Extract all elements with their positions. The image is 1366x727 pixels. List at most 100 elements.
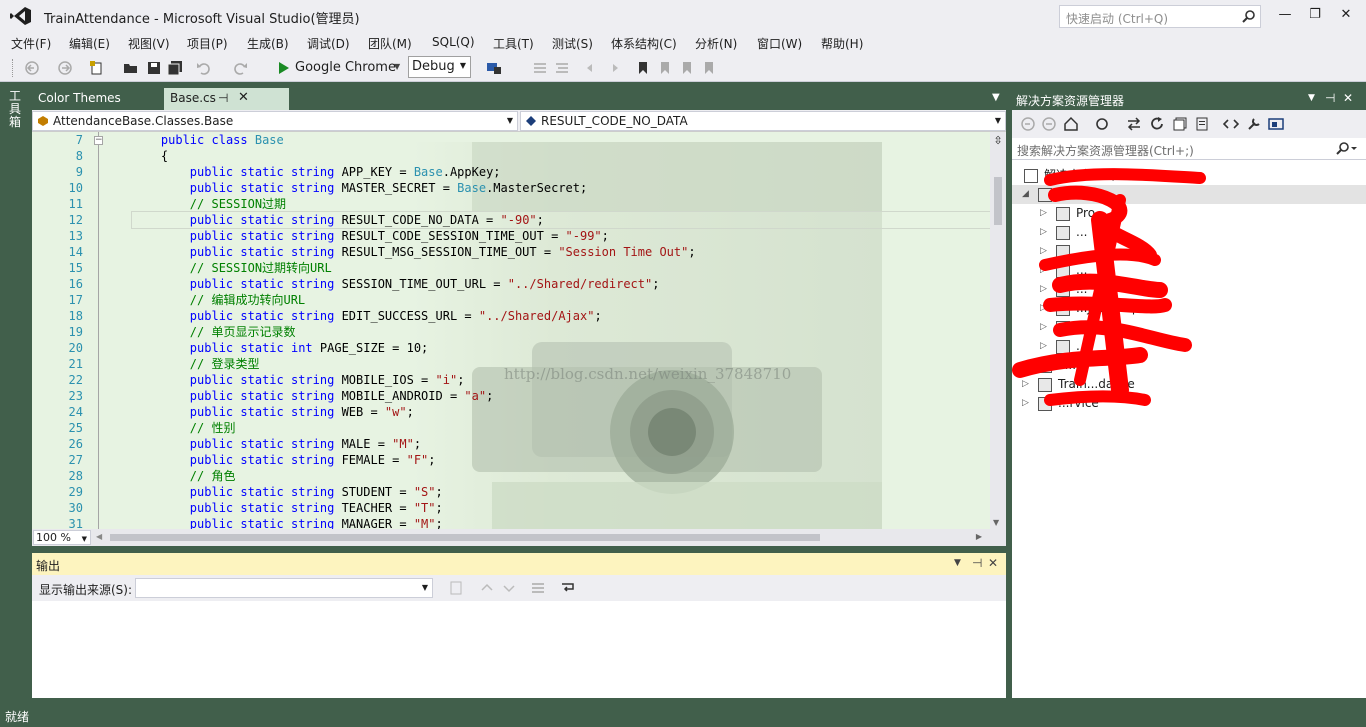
outdent-icon[interactable] xyxy=(584,60,600,76)
refresh-icon[interactable] xyxy=(1149,116,1165,132)
collapse-all-icon[interactable] xyxy=(1172,116,1188,132)
code-text-area[interactable]: public class Base { public static string… xyxy=(131,132,990,529)
solution-explorer-search[interactable]: 搜索解决方案资源管理器(Ctrl+;) xyxy=(1012,138,1366,160)
chevron-down-icon[interactable]: ▼ xyxy=(954,558,961,568)
class-selector[interactable]: AttendanceBase.Classes.Base ▼ xyxy=(32,111,518,131)
previous-bookmark-icon[interactable] xyxy=(657,60,673,76)
collapse-icon[interactable]: − xyxy=(94,136,103,145)
word-wrap-icon[interactable] xyxy=(560,580,576,596)
undo-icon[interactable] xyxy=(196,60,212,76)
code-line[interactable]: // 性别 xyxy=(132,420,990,436)
pin-icon[interactable]: ⊣ xyxy=(218,91,228,105)
code-line[interactable]: public static string MANAGER = "M"; xyxy=(132,516,990,529)
tab-color-themes[interactable]: Color Themes xyxy=(32,88,127,110)
save-icon[interactable] xyxy=(146,60,162,76)
code-line[interactable]: public static string EDIT_SUCCESS_URL = … xyxy=(132,308,990,324)
menu-window[interactable]: 窗口(W) xyxy=(757,35,802,52)
indent-icon[interactable] xyxy=(605,60,621,76)
code-line[interactable]: public class Base xyxy=(132,132,990,148)
member-selector[interactable]: RESULT_CODE_NO_DATA ▼ xyxy=(520,111,1006,131)
code-line[interactable]: public static string STUDENT = "S"; xyxy=(132,484,990,500)
code-line[interactable]: public static string APP_KEY = Base.AppK… xyxy=(132,164,990,180)
navigate-back-icon[interactable] xyxy=(24,60,40,76)
clear-all-icon[interactable] xyxy=(530,580,546,596)
bookmark-icon[interactable] xyxy=(635,60,651,76)
split-window-icon[interactable]: ⇳ xyxy=(992,134,1004,148)
code-line[interactable]: public static string MOBILE_IOS = "i"; xyxy=(132,372,990,388)
code-line[interactable]: public static string FEMALE = "F"; xyxy=(132,452,990,468)
next-message-icon[interactable] xyxy=(501,580,517,596)
toolbar-grip[interactable] xyxy=(12,59,16,77)
new-project-icon[interactable] xyxy=(89,60,105,76)
next-bookmark-icon[interactable] xyxy=(679,60,695,76)
code-line[interactable]: // 角色 xyxy=(132,468,990,484)
solution-configuration-select[interactable]: Debug ▼ xyxy=(408,56,471,78)
close-panel-icon[interactable]: ✕ xyxy=(988,556,998,570)
zoom-select[interactable]: 100 % ▼ xyxy=(33,530,91,545)
previous-message-icon[interactable] xyxy=(479,580,495,596)
menu-view[interactable]: 视图(V) xyxy=(128,35,170,52)
menu-test[interactable]: 测试(S) xyxy=(552,35,593,52)
code-line[interactable]: { xyxy=(132,148,990,164)
open-file-icon[interactable] xyxy=(123,60,139,76)
pending-changes-icon[interactable] xyxy=(1094,116,1110,132)
scroll-down-icon[interactable]: ▼ xyxy=(993,518,999,527)
code-line[interactable]: public static string WEB = "w"; xyxy=(132,404,990,420)
close-window-button[interactable]: ✕ xyxy=(1333,4,1359,26)
menu-debug[interactable]: 调试(D) xyxy=(307,35,350,52)
code-line[interactable]: public static string MOBILE_ANDROID = "a… xyxy=(132,388,990,404)
code-line[interactable]: public static string RESULT_MSG_SESSION_… xyxy=(132,244,990,260)
menu-build[interactable]: 生成(B) xyxy=(247,35,289,52)
sync-icon[interactable] xyxy=(1126,116,1142,132)
code-line[interactable]: public static string TEACHER = "T"; xyxy=(132,500,990,516)
code-line[interactable]: // 编辑成功转向URL xyxy=(132,292,990,308)
home-icon[interactable] xyxy=(1063,116,1079,132)
menu-edit[interactable]: 编辑(E) xyxy=(69,35,110,52)
code-line[interactable]: public static string MASTER_SECRET = Bas… xyxy=(132,180,990,196)
code-line[interactable]: // 单页显示记录数 xyxy=(132,324,990,340)
code-line[interactable]: public static string MALE = "M"; xyxy=(132,436,990,452)
clear-bookmarks-icon[interactable] xyxy=(701,60,717,76)
save-all-icon[interactable] xyxy=(167,60,183,76)
maximize-button[interactable]: ❐ xyxy=(1302,4,1328,26)
redo-icon[interactable] xyxy=(232,60,248,76)
code-line[interactable]: // SESSION过期 xyxy=(132,196,990,212)
chevron-down-icon[interactable]: ▼ xyxy=(394,62,400,71)
view-code-icon[interactable] xyxy=(1223,116,1239,132)
code-editor[interactable]: http://blog.csdn.net/weixin_37848710 789… xyxy=(32,132,990,529)
find-message-icon[interactable] xyxy=(449,580,465,596)
scroll-left-icon[interactable]: ◀ xyxy=(96,532,102,541)
code-line[interactable]: // SESSION过期转向URL xyxy=(132,260,990,276)
attach-process-icon[interactable] xyxy=(486,60,502,76)
code-line[interactable]: public static string RESULT_CODE_NO_DATA… xyxy=(131,211,990,229)
menu-project[interactable]: 项目(P) xyxy=(187,35,228,52)
tab-base-cs[interactable]: Base.cs ⊣ ✕ xyxy=(164,88,289,110)
menu-help[interactable]: 帮助(H) xyxy=(821,35,863,52)
minimize-button[interactable]: — xyxy=(1272,4,1298,26)
close-tab-icon[interactable]: ✕ xyxy=(238,90,249,105)
output-source-select[interactable]: ▼ xyxy=(135,578,433,598)
code-line[interactable]: // 登录类型 xyxy=(132,356,990,372)
menu-tools[interactable]: 工具(T) xyxy=(493,35,534,52)
scroll-right-icon[interactable]: ▶ xyxy=(976,532,982,541)
close-panel-icon[interactable]: ✕ xyxy=(1343,91,1353,105)
pin-icon[interactable]: ⊣ xyxy=(1325,91,1335,105)
navigate-forward-icon[interactable] xyxy=(57,60,73,76)
start-debugging-button[interactable]: Google Chrome xyxy=(277,58,396,78)
quick-launch-input[interactable]: 快速启动 (Ctrl+Q) xyxy=(1059,5,1261,28)
back-icon[interactable] xyxy=(1020,116,1036,132)
chevron-down-icon[interactable]: ▼ xyxy=(1308,93,1315,103)
pin-icon[interactable]: ⊣ xyxy=(972,556,982,570)
menu-analyze[interactable]: 分析(N) xyxy=(695,35,737,52)
code-line[interactable]: public static string RESULT_CODE_SESSION… xyxy=(132,228,990,244)
horizontal-scroll-thumb[interactable] xyxy=(110,534,820,541)
uncomment-lines-icon[interactable] xyxy=(554,60,570,76)
forward-icon[interactable] xyxy=(1041,116,1057,132)
code-line[interactable]: public static string SESSION_TIME_OUT_UR… xyxy=(132,276,990,292)
menu-file[interactable]: 文件(F) xyxy=(11,35,51,52)
toolbox-tab[interactable]: 工具箱 xyxy=(9,90,25,129)
menu-team[interactable]: 团队(M) xyxy=(368,35,412,52)
preview-icon[interactable] xyxy=(1268,116,1284,132)
show-all-files-icon[interactable] xyxy=(1194,116,1210,132)
comment-lines-icon[interactable] xyxy=(532,60,548,76)
